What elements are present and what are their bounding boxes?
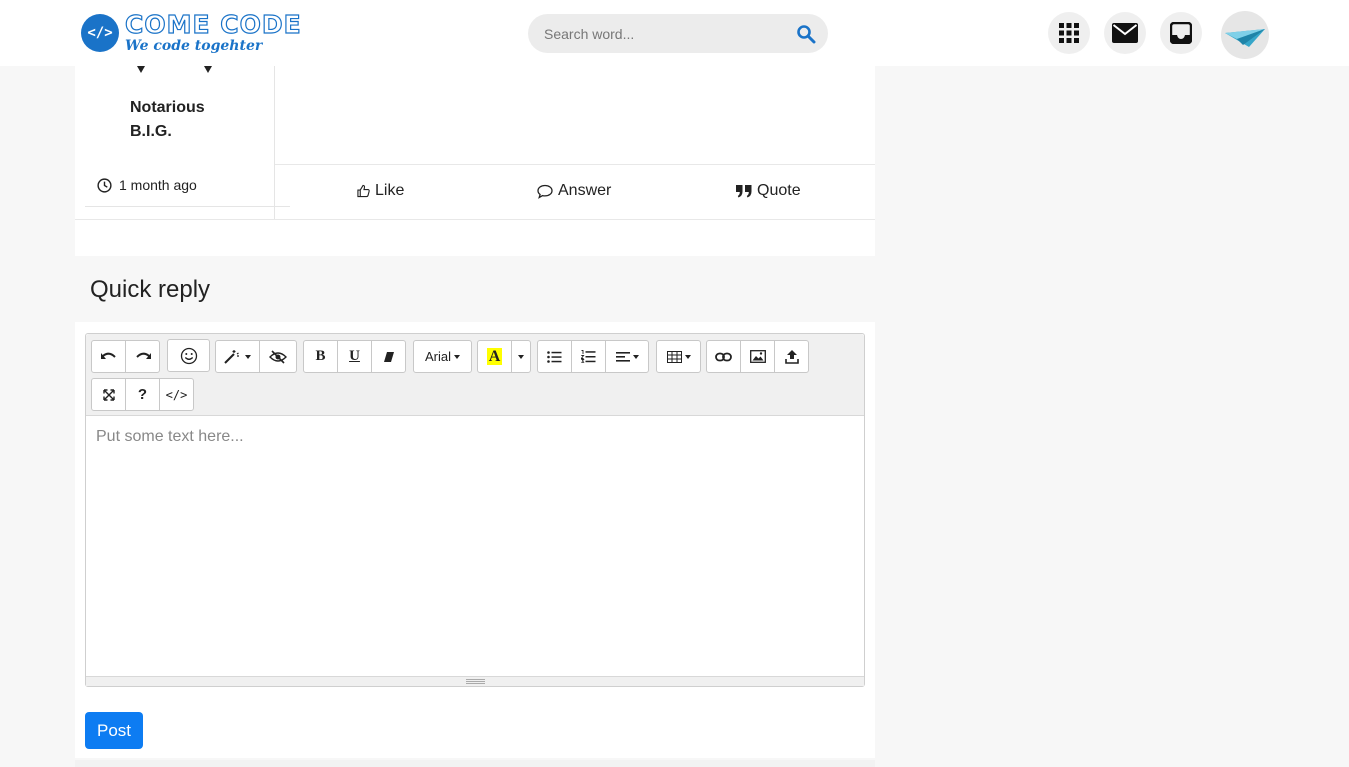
code-logo-icon: </> [81,13,119,52]
next-card-edge [75,760,875,767]
timestamp-text: 1 month ago [119,177,197,193]
fullscreen-icon [102,388,115,401]
font-name-group: Arial [413,340,472,373]
undo-button[interactable] [91,340,126,373]
logo-tagline: We code togehter [125,38,263,54]
logo-name: COME CODE [124,10,302,39]
align-dropdown[interactable] [605,340,649,373]
table-dropdown[interactable] [656,340,701,373]
view-group: ? </> [91,378,194,411]
quote-label: Quote [757,182,801,199]
quick-reply-form: B U Arial A ? </> Put some text here... … [75,322,875,758]
answer-button[interactable]: Answer [537,182,611,200]
like-label: Like [375,182,405,199]
emoji-button[interactable] [167,339,210,372]
grip-icon [465,679,485,684]
inbox-icon [1170,22,1192,44]
hide-button[interactable] [259,340,297,373]
quote-button[interactable]: Quote [736,182,801,200]
bullet-list-icon [547,350,562,363]
upload-icon [784,349,799,364]
like-button[interactable]: Like [357,182,404,200]
help-button[interactable]: ? [125,378,160,411]
thumbs-up-icon [357,184,370,198]
magic-style-button[interactable] [215,340,260,373]
align-icon [615,351,630,362]
search-icon[interactable] [796,24,816,44]
upload-button[interactable] [774,340,809,373]
chevron-down-icon [518,354,524,359]
caret-down-icon [137,66,145,73]
redo-icon [135,352,151,359]
apps-button[interactable] [1048,12,1090,54]
image-button[interactable] [740,340,775,373]
color-dropdown[interactable] [511,340,531,373]
code-view-button[interactable]: </> [159,378,194,411]
site-logo[interactable]: </> COME CODE We code togehter [81,10,302,54]
font-name-label: Arial [424,349,451,364]
style-group [215,340,297,373]
chevron-down-icon [454,354,460,359]
emoji-group [167,339,210,372]
redo-button[interactable] [125,340,160,373]
bullet-list-button[interactable] [537,340,572,373]
quick-reply-title: Quick reply [90,276,211,303]
messages-button[interactable] [1104,12,1146,54]
underline-button[interactable]: U [337,340,372,373]
caret-down-icon [204,66,212,73]
numbered-list-icon [581,350,596,363]
chevron-down-icon [245,354,251,359]
image-icon [749,350,766,363]
mail-icon [1112,23,1138,43]
editor-resize-handle[interactable] [86,676,864,686]
answer-label: Answer [558,182,612,199]
link-button[interactable] [706,340,741,373]
author-name[interactable]: Notarious B.I.G. [130,96,230,144]
insert-group [706,340,809,373]
undo-icon [100,352,116,359]
color-group: A [477,340,531,373]
top-navbar: </> COME CODE We code togehter [0,0,1349,66]
magic-wand-icon [224,349,239,364]
bold-button[interactable]: B [303,340,338,373]
numbered-list-button[interactable] [571,340,606,373]
fullscreen-button[interactable] [91,378,126,411]
font-name-dropdown[interactable]: Arial [413,340,472,373]
paper-plane-icon [1225,29,1265,47]
table-group [656,340,701,373]
paragraph-group [537,340,649,373]
chevron-down-icon [684,354,691,359]
rich-text-editor: B U Arial A ? </> Put some text here... [85,333,865,687]
clock-icon [97,177,112,193]
post-timestamp: 1 month ago [85,164,290,207]
grid-icon [1059,23,1079,43]
quote-icon [736,185,752,198]
speech-bubble-icon [537,184,553,199]
clear-format-button[interactable] [371,340,406,373]
editor-toolbar: B U Arial A ? </> [86,334,864,416]
eraser-icon [383,351,394,362]
inbox-button[interactable] [1160,12,1202,54]
search-bar [528,14,828,53]
avatar[interactable] [1221,11,1269,59]
hide-icon [269,349,287,364]
divider [275,164,875,165]
link-icon [715,352,732,361]
post-card: Notarious B.I.G. 1 month ago Like Answer… [75,66,875,256]
reply-text-area[interactable] [86,416,864,676]
emoji-icon [180,347,197,364]
search-input[interactable] [528,14,788,53]
history-group [91,340,160,373]
text-color-icon: A [486,348,503,365]
chevron-down-icon [632,354,639,359]
post-button[interactable]: Post [85,712,143,749]
divider [75,219,875,220]
table-icon [666,350,682,363]
font-style-group: B U [303,340,406,373]
text-color-button[interactable]: A [477,340,512,373]
